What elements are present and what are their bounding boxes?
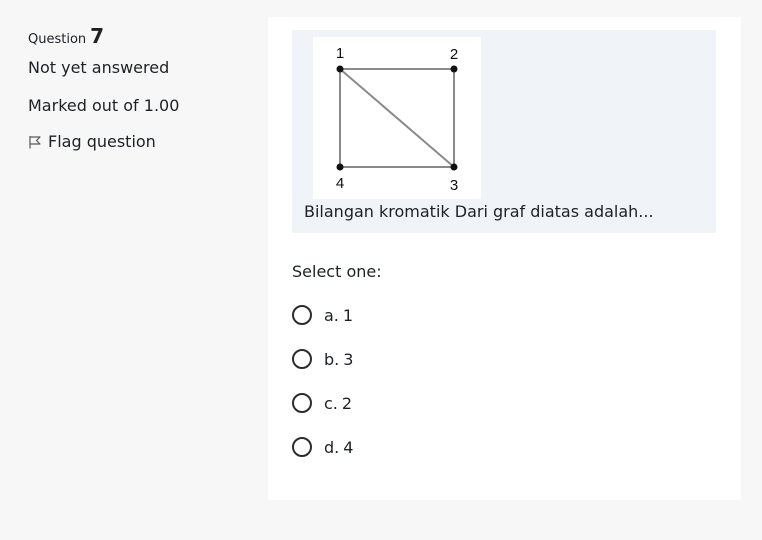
answer-number: d. [324,437,340,457]
answer-text: 4 [343,437,354,457]
question-state: Not yet answered [28,58,170,77]
question-text-box: 1 2 3 4 Bilangan kromatik Dari graf diat… [292,30,716,233]
answer-number: c. [324,393,338,413]
radio-button[interactable] [292,393,312,413]
graph-vertex-label-2: 2 [450,46,458,63]
question-text: Bilangan kromatik Dari graf diatas adala… [304,202,654,221]
question-number-value: 7 [90,24,105,48]
graph-vertex-1 [336,65,344,73]
answer-text: 3 [343,349,354,369]
radio-button[interactable] [292,437,312,457]
question-info: Question 7 Not yet answered Marked out o… [28,24,248,151]
answer-number: b. [324,349,340,369]
answer-option-a[interactable]: a. 1 [292,293,353,337]
answer-text: 2 [341,393,353,413]
graph-image: 1 2 3 4 [313,37,481,199]
flag-question-label: Flag question [48,132,156,151]
answer-option-c[interactable]: c. 2 [292,381,353,425]
question-grade: Marked out of 1.00 [28,96,180,115]
answer-prompt: Select one: [292,262,382,281]
question-label: Question [28,32,87,47]
flag-question-button[interactable]: Flag question [28,132,248,151]
answer-text: 1 [342,305,354,325]
question-content: 1 2 3 4 Bilangan kromatik Dari graf diat… [268,17,741,500]
flag-icon [28,135,42,149]
graph-vertex-label-3: 3 [450,177,458,194]
graph-vertex-label-1: 1 [336,45,344,62]
radio-button[interactable] [292,305,312,325]
radio-button[interactable] [292,349,312,369]
graph-vertex-2 [450,65,458,73]
question-number: Question 7 [28,24,248,48]
answer-option-d[interactable]: d. 4 [292,425,353,469]
answer-list: a. 1 b. 3 c. 2 d. 4 [292,293,353,469]
graph-vertex-3 [450,163,458,171]
graph-vertex-4 [336,163,344,171]
graph-vertex-label-4: 4 [336,175,344,192]
answer-option-b[interactable]: b. 3 [292,337,353,381]
answer-number: a. [324,305,339,325]
